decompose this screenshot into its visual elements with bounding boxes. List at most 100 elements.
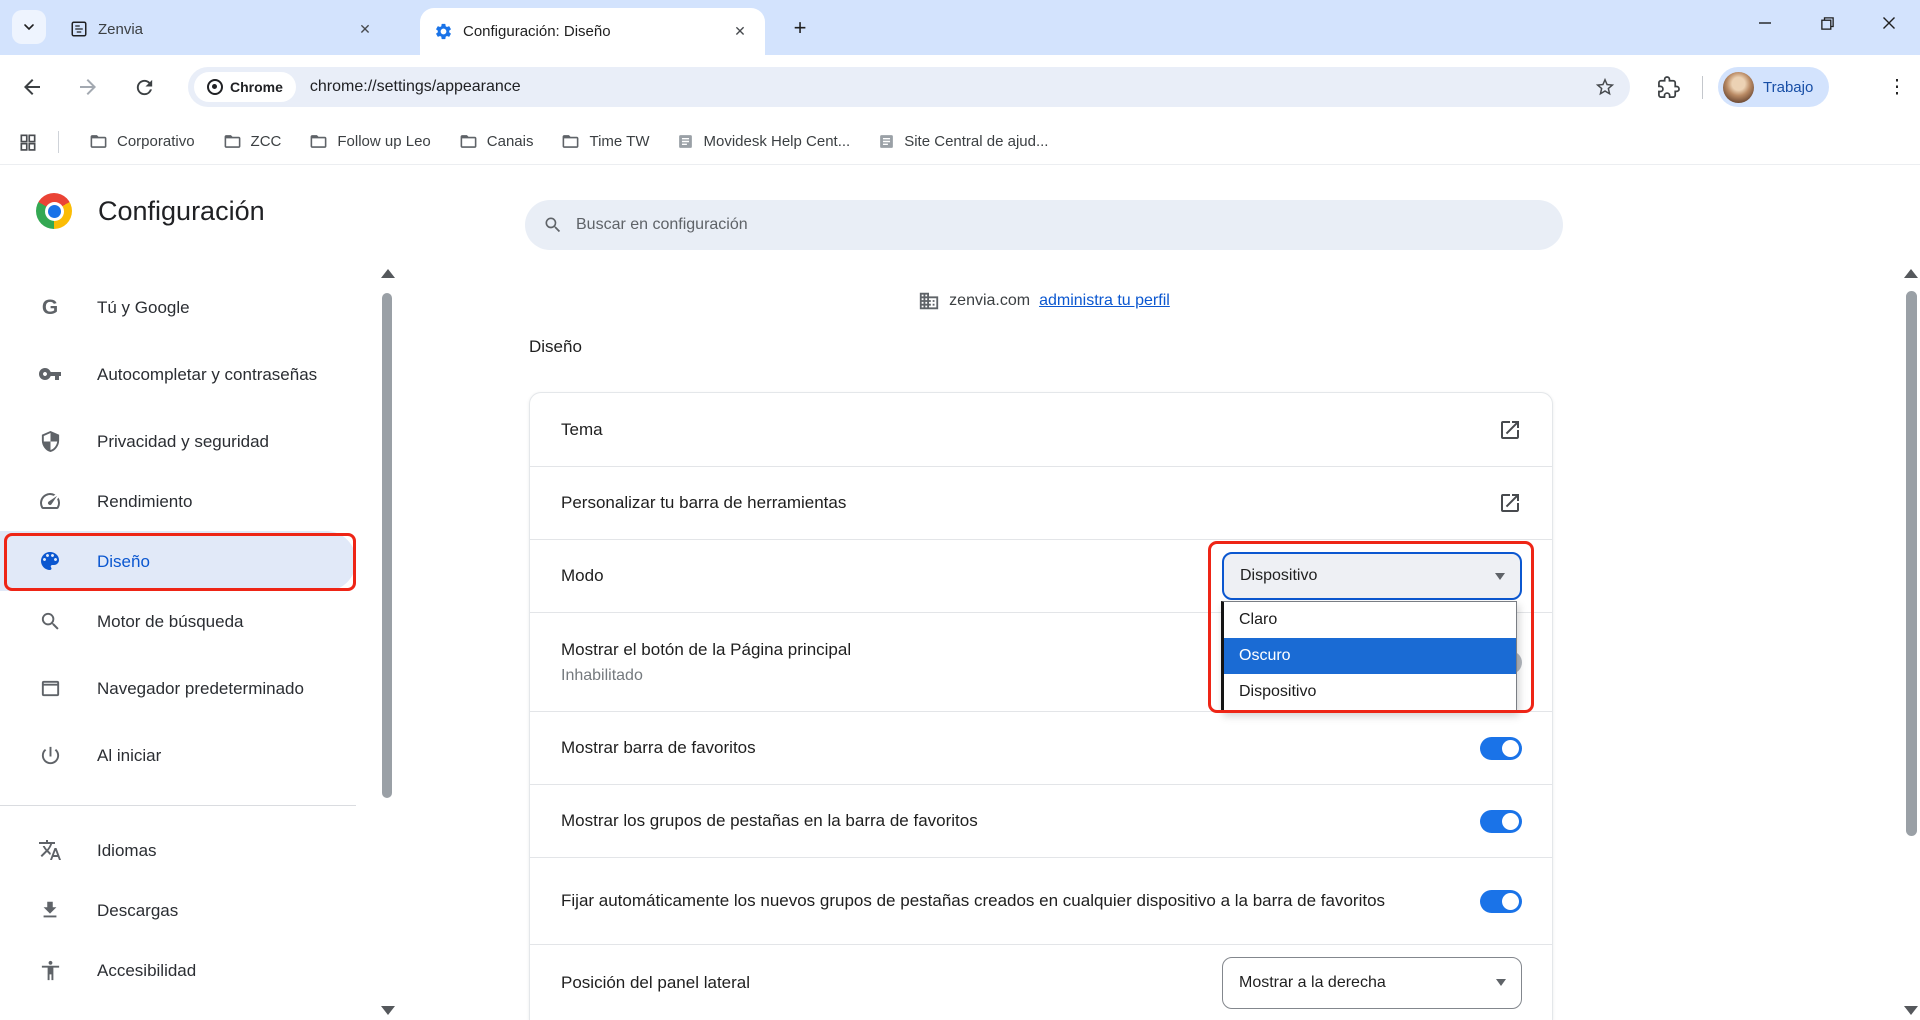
bookmark-star-icon[interactable] bbox=[1594, 76, 1616, 98]
scroll-up-icon[interactable] bbox=[1904, 269, 1918, 278]
bookmark-label: Movidesk Help Cent... bbox=[703, 133, 851, 150]
close-icon bbox=[1883, 17, 1895, 29]
forward-icon bbox=[80, 79, 96, 95]
forward-button[interactable] bbox=[72, 71, 104, 103]
bookmark-folder[interactable]: Canais bbox=[445, 126, 548, 158]
mode-select[interactable]: Dispositivo bbox=[1222, 552, 1522, 600]
restore-button[interactable] bbox=[1796, 0, 1858, 46]
bookmark-label: Corporativo bbox=[117, 133, 195, 150]
sidebar-item-autocompletar[interactable]: Autocompletar y contraseñas bbox=[0, 337, 356, 411]
extensions-button[interactable] bbox=[1652, 71, 1684, 103]
external-link-icon[interactable] bbox=[1498, 418, 1522, 442]
tab-search-button[interactable] bbox=[12, 10, 46, 44]
sidebar-item-sistema[interactable]: Sistema bbox=[0, 1000, 356, 1020]
page-title: Configuración bbox=[98, 195, 265, 226]
folder-icon bbox=[310, 135, 327, 148]
restore-icon bbox=[1820, 16, 1834, 30]
mode-select-value: Dispositivo bbox=[1240, 567, 1318, 584]
mode-dropdown-menu: Claro Oscuro Dispositivo bbox=[1221, 601, 1517, 712]
caret-down-icon bbox=[1495, 572, 1505, 580]
row-panel-lateral: Posición del panel lateral Mostrar a la … bbox=[530, 944, 1552, 1020]
site-chip-label: Chrome bbox=[230, 79, 283, 95]
scrollbar-thumb[interactable] bbox=[382, 293, 392, 798]
bookmark-folder[interactable]: Time TW bbox=[547, 126, 663, 158]
page-scrollbar[interactable] bbox=[1904, 263, 1919, 1015]
translate-icon bbox=[38, 838, 62, 862]
sidebar-item-privacidad[interactable]: Privacidad y seguridad bbox=[0, 411, 356, 471]
sidebar-item-motor-busqueda[interactable]: Motor de búsqueda bbox=[0, 591, 356, 651]
sidebar-item-rendimiento[interactable]: Rendimiento bbox=[0, 471, 356, 531]
back-icon bbox=[24, 79, 40, 95]
new-tab-button[interactable]: + bbox=[786, 14, 814, 42]
zenvia-favicon bbox=[71, 21, 87, 37]
sidebar-divider bbox=[0, 805, 356, 806]
profile-button[interactable]: Trabajo bbox=[1718, 67, 1830, 107]
reload-button[interactable] bbox=[128, 71, 160, 103]
bookmarks-separator bbox=[58, 130, 59, 153]
sidebar-item-accesibilidad[interactable]: Accesibilidad bbox=[0, 940, 356, 1000]
tab-settings[interactable]: Configuración: Diseño ✕ bbox=[420, 8, 765, 55]
address-bar[interactable]: Chrome chrome://settings/appearance bbox=[188, 67, 1630, 107]
settings-content: zenvia.com administra tu perfil Diseño T… bbox=[420, 165, 1920, 1020]
google-g-icon: G bbox=[41, 295, 59, 319]
url-text[interactable]: chrome://settings/appearance bbox=[310, 78, 1594, 96]
accessibility-icon bbox=[38, 958, 62, 982]
building-icon bbox=[920, 292, 939, 310]
search-icon bbox=[38, 609, 62, 633]
search-input[interactable] bbox=[576, 216, 1476, 234]
bookmarks-bar-toggle[interactable] bbox=[1480, 736, 1522, 760]
menu-option-dispositivo[interactable]: Dispositivo bbox=[1224, 674, 1516, 710]
menu-option-oscuro[interactable]: Oscuro bbox=[1224, 638, 1516, 674]
bookmark-folder[interactable]: ZCC bbox=[209, 126, 296, 158]
autopin-groups-toggle[interactable] bbox=[1480, 889, 1522, 913]
close-tab-icon[interactable]: ✕ bbox=[354, 18, 376, 40]
sidebar-item-descargas[interactable]: Descargas bbox=[0, 880, 356, 940]
tab-strip: Zenvia ✕ Configuración: Diseño ✕ + bbox=[0, 0, 1920, 55]
sidebar-scrollbar[interactable] bbox=[381, 263, 395, 1015]
caret-down-icon bbox=[1496, 979, 1506, 986]
scrollbar-thumb[interactable] bbox=[1906, 291, 1917, 836]
bookmark-link[interactable]: Movidesk Help Cent... bbox=[663, 126, 864, 158]
search-icon bbox=[545, 217, 561, 233]
close-tab-icon[interactable]: ✕ bbox=[729, 21, 751, 43]
extensions-puzzle-icon bbox=[1657, 75, 1680, 98]
scroll-up-icon[interactable] bbox=[381, 269, 395, 278]
scroll-down-icon[interactable] bbox=[1904, 1006, 1918, 1015]
external-link-icon[interactable] bbox=[1498, 491, 1522, 515]
apps-grid-button[interactable] bbox=[16, 130, 40, 154]
back-button[interactable] bbox=[16, 71, 48, 103]
download-icon bbox=[38, 898, 62, 922]
row-tema[interactable]: Tema bbox=[530, 393, 1552, 466]
scroll-down-icon[interactable] bbox=[381, 1006, 395, 1015]
side-panel-select[interactable]: Mostrar a la derecha bbox=[1222, 956, 1522, 1009]
window-controls bbox=[1734, 0, 1920, 46]
folder-icon bbox=[563, 135, 579, 148]
tab-groups-toggle[interactable] bbox=[1480, 809, 1522, 833]
chrome-mono-icon bbox=[207, 79, 223, 95]
minimize-button[interactable] bbox=[1734, 0, 1796, 46]
close-window-button[interactable] bbox=[1858, 0, 1920, 46]
bookmark-folder[interactable]: Follow up Leo bbox=[295, 126, 444, 158]
sidebar-item-al-iniciar[interactable]: Al iniciar bbox=[0, 725, 356, 785]
sidebar-item-diseno[interactable]: Diseño bbox=[0, 531, 356, 591]
sidebar-item-idiomas[interactable]: Idiomas bbox=[0, 820, 356, 880]
settings-search[interactable] bbox=[525, 200, 1563, 250]
settings-page: Configuración G Tú y Google Autocompleta… bbox=[0, 165, 1920, 1020]
bookmark-link[interactable]: Site Central de ajud... bbox=[864, 126, 1062, 158]
shield-icon bbox=[38, 429, 62, 453]
tab-zenvia[interactable]: Zenvia ✕ bbox=[58, 9, 388, 49]
sidebar-nav: G Tú y Google Autocompletar y contraseña… bbox=[0, 277, 356, 1020]
folder-icon bbox=[224, 135, 240, 148]
bookmark-folder[interactable]: Corporativo bbox=[75, 126, 209, 158]
row-fijar-grupos: Fijar automáticamente los nuevos grupos … bbox=[530, 857, 1552, 944]
section-title: Diseño bbox=[529, 337, 582, 356]
manage-profile-link[interactable]: administra tu perfil bbox=[1039, 292, 1170, 310]
sidebar-item-navegador[interactable]: Navegador predeterminado bbox=[0, 651, 356, 725]
browser-menu-button[interactable]: ⋮ bbox=[1884, 73, 1910, 101]
row-personalizar-barra[interactable]: Personalizar tu barra de herramientas bbox=[530, 466, 1552, 539]
menu-option-claro[interactable]: Claro bbox=[1224, 602, 1516, 638]
sidebar-item-tu-y-google[interactable]: G Tú y Google bbox=[0, 277, 356, 337]
toolbar-separator bbox=[1702, 76, 1703, 99]
site-chip[interactable]: Chrome bbox=[194, 72, 296, 102]
bookmark-label: Time TW bbox=[589, 133, 650, 150]
